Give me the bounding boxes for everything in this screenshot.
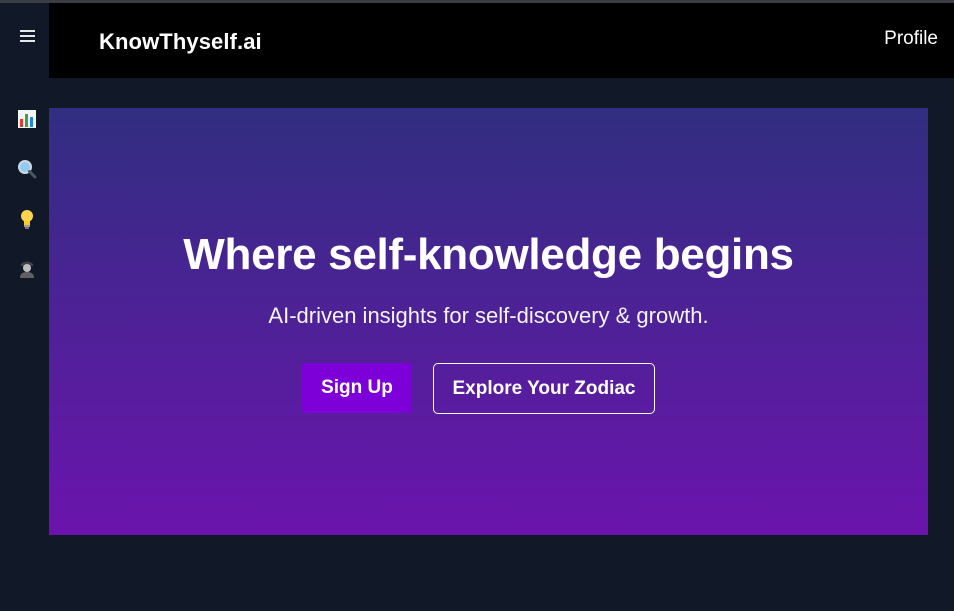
- sign-up-button[interactable]: Sign Up: [302, 363, 412, 413]
- person-icon[interactable]: [16, 258, 38, 280]
- brand-logo-text[interactable]: KnowThyself.ai: [99, 29, 262, 55]
- top-navbar: KnowThyself.ai Profile: [49, 3, 954, 78]
- hero-banner: Where self-knowledge begins AI-driven in…: [49, 108, 928, 535]
- lightbulb-icon[interactable]: [16, 208, 38, 230]
- bar-chart-icon[interactable]: [16, 108, 38, 130]
- magnifier-icon[interactable]: [16, 158, 38, 180]
- sidebar: [0, 3, 49, 611]
- hero-subtitle: AI-driven insights for self-discovery & …: [268, 303, 709, 328]
- explore-zodiac-button[interactable]: Explore Your Zodiac: [433, 363, 655, 414]
- menu-bar: [20, 35, 35, 37]
- menu-bar: [20, 30, 35, 32]
- menu-bar: [20, 40, 35, 42]
- hero-title: Where self-knowledge begins: [183, 230, 794, 279]
- profile-link[interactable]: Profile: [884, 28, 938, 50]
- hamburger-menu-icon[interactable]: [19, 27, 38, 47]
